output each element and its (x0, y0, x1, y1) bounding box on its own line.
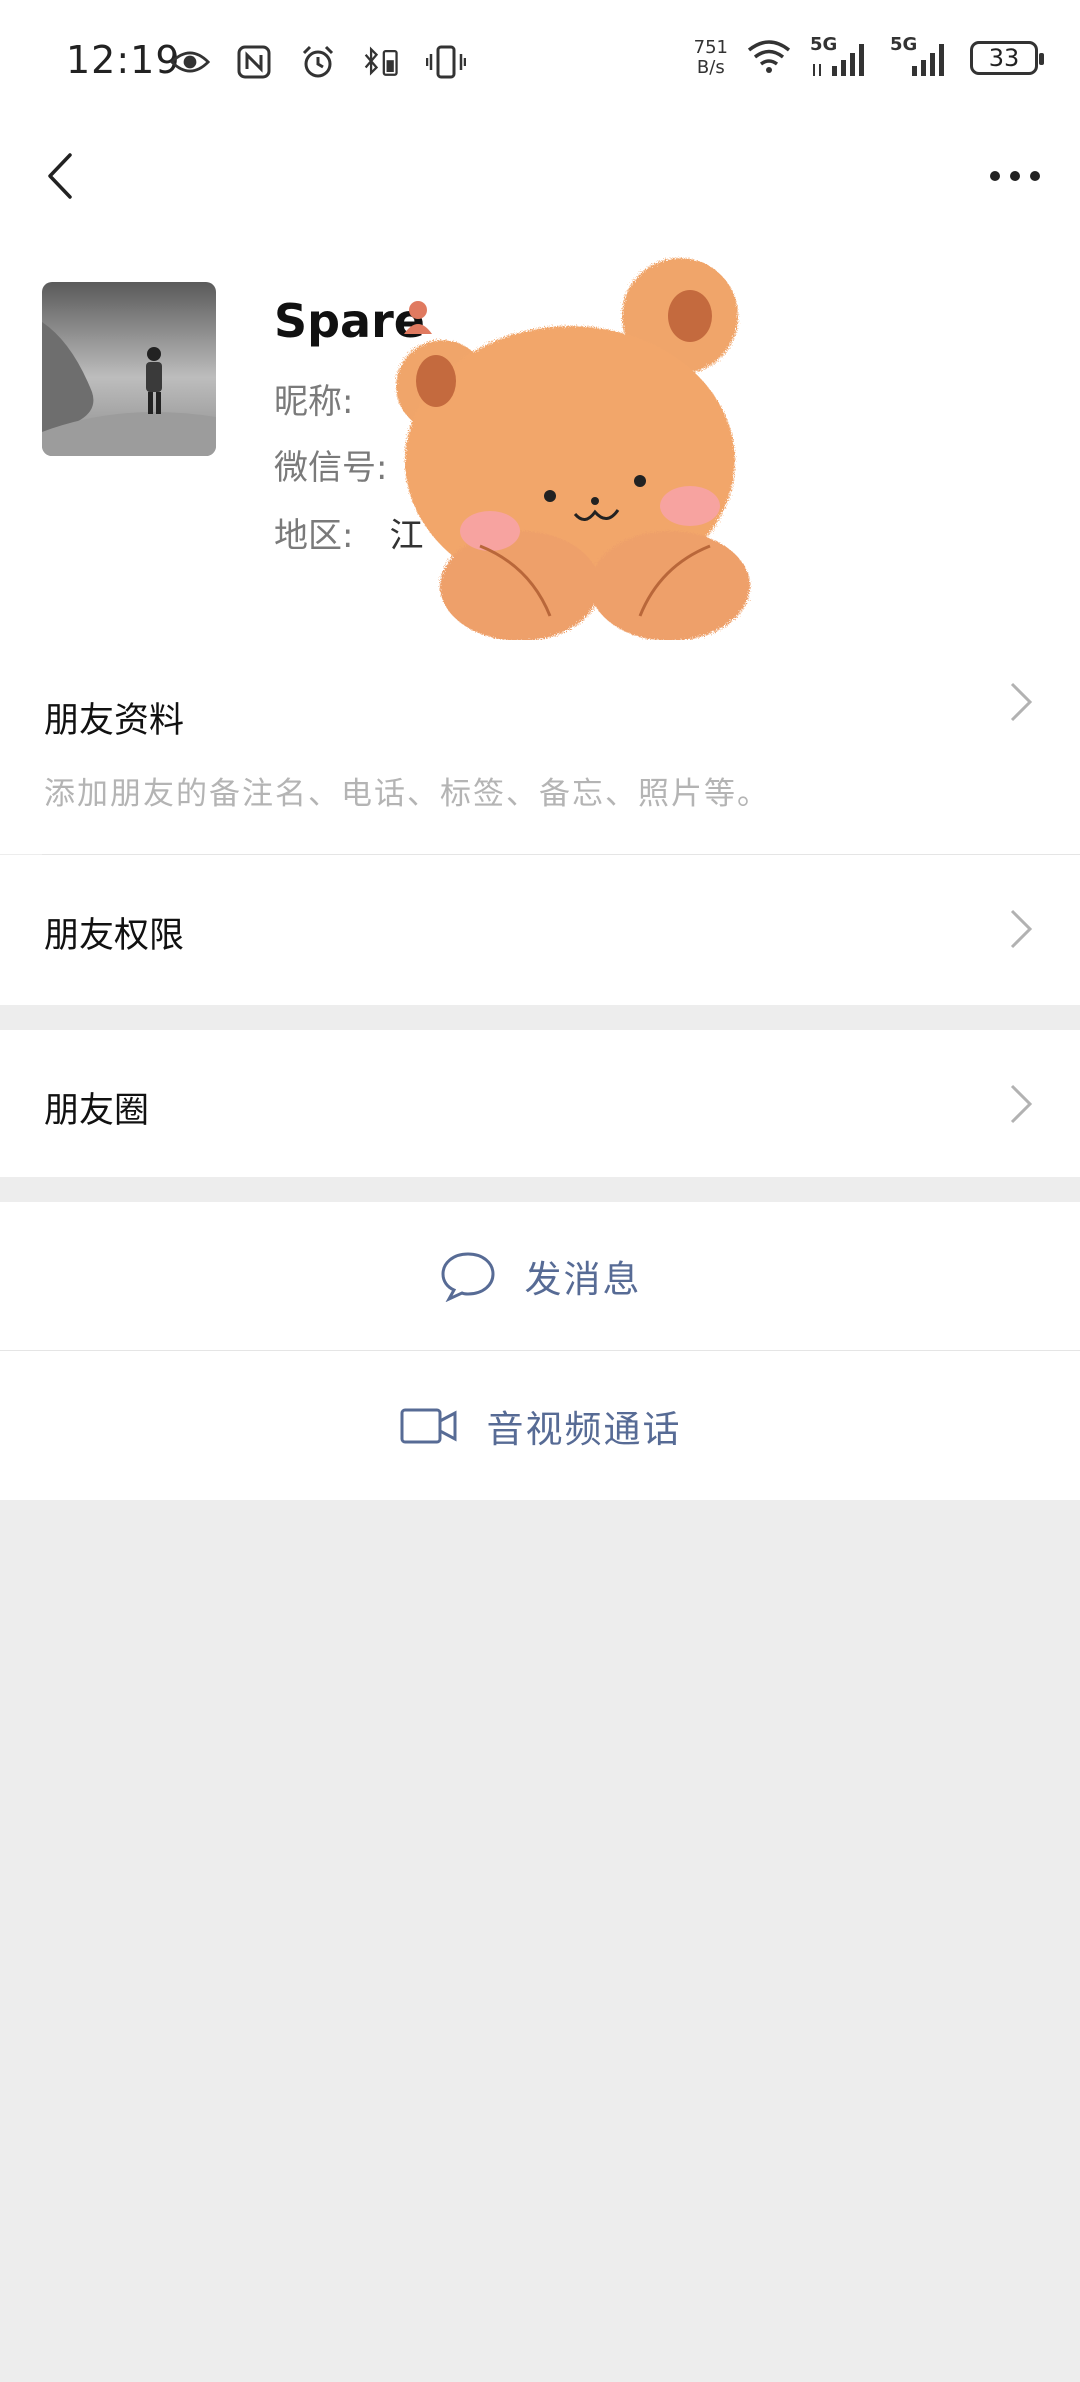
eye-icon (170, 42, 210, 82)
more-button[interactable] (980, 144, 1050, 208)
back-button[interactable] (30, 144, 90, 208)
status-right: 751 B/s 5G 5G 33 (694, 34, 1044, 78)
net-speed-unit: B/s (696, 57, 725, 78)
friend-info-row[interactable]: 朋友资料 添加朋友的备注名、电话、标签、备忘、照片等。 (0, 640, 1080, 854)
profile-card: Spare 昵称: 微信号: 地区: 江 (0, 226, 1080, 641)
send-message-button[interactable]: 发消息 (0, 1202, 1080, 1350)
status-bar: 12:19 751 B/s 5G 5G 33 (0, 0, 1080, 126)
chevron-right-icon (1010, 1084, 1033, 1124)
status-time: 12:19 (66, 38, 181, 82)
friend-permissions-title: 朋友权限 (44, 916, 185, 956)
vibrate-icon (426, 42, 466, 82)
friend-info-title: 朋友资料 (44, 701, 185, 741)
bluetooth-battery-icon (362, 42, 402, 82)
video-call-label: 音视频通话 (486, 1407, 682, 1451)
avatar-image (42, 282, 216, 456)
chat-bubble-icon (440, 1252, 495, 1302)
net-speed: 751 B/s (694, 38, 728, 78)
region-label: 地区: (274, 516, 354, 556)
signal-icon-2: 5G (890, 34, 952, 78)
more-dots-icon (990, 171, 1040, 181)
friend-info-subtitle: 添加朋友的备注名、电话、标签、备忘、照片等。 (44, 776, 770, 812)
bear-sticker (396, 258, 750, 641)
video-camera-icon (400, 1408, 456, 1443)
nickname-line: 昵称: (274, 374, 353, 423)
wifi-icon (746, 38, 792, 78)
top-bar (0, 126, 1080, 226)
status-icons (170, 42, 466, 82)
nfc-icon (234, 42, 274, 82)
video-call-button[interactable]: 音视频通话 (0, 1351, 1080, 1500)
chevron-right-icon (1010, 682, 1033, 722)
friend-permissions-row[interactable]: 朋友权限 (0, 855, 1080, 1005)
moments-row[interactable]: 朋友圈 (0, 1030, 1080, 1177)
chevron-right-icon (1010, 909, 1033, 949)
moments-title: 朋友圈 (44, 1091, 150, 1131)
signal-icon-1: 5G (810, 34, 872, 78)
nickname-label: 昵称: (274, 382, 354, 422)
alarm-icon (298, 42, 338, 82)
contact-profile-screen: 12:19 751 B/s 5G 5G 33 Spare 昵称: 微信号: 地区… (0, 0, 1080, 2382)
battery-level: 33 (988, 44, 1020, 72)
chevron-left-icon (48, 153, 72, 199)
net-speed-value: 751 (693, 37, 728, 58)
avatar[interactable] (42, 282, 216, 456)
battery-indicator: 33 (970, 41, 1044, 75)
send-message-label: 发消息 (524, 1258, 642, 1301)
